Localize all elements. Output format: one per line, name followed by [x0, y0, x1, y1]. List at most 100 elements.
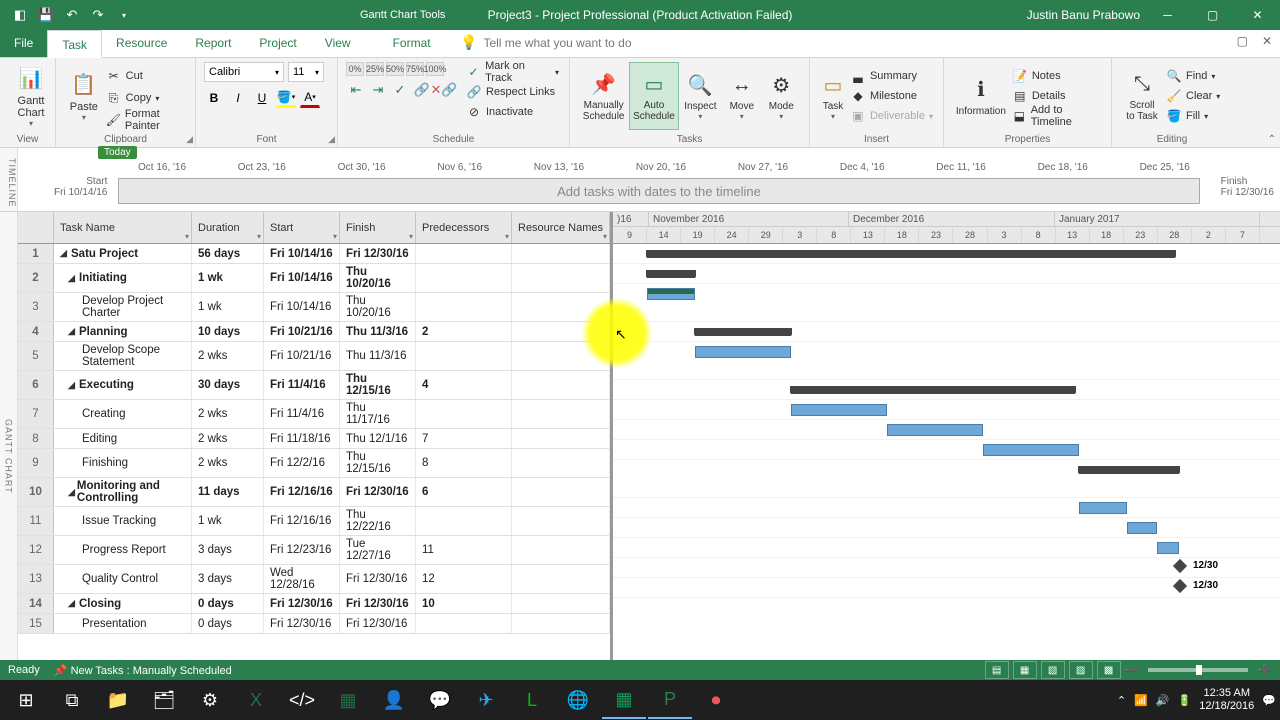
- col-header-predecessors[interactable]: Predecessors▾: [416, 212, 512, 243]
- code-app[interactable]: </>: [280, 681, 324, 719]
- table-row[interactable]: 7Creating2 wksFri 11/4/16Thu 11/17/16: [18, 400, 610, 429]
- inactivate-button[interactable]: ⊘Inactivate: [464, 102, 561, 122]
- view-gantt-button[interactable]: ▤: [985, 661, 1009, 679]
- gantt-chart-button[interactable]: 📊 Gantt Chart: [8, 62, 54, 130]
- predecessors-cell[interactable]: 8: [416, 449, 512, 477]
- font-size-select[interactable]: 11▾: [288, 62, 324, 82]
- resource-names-cell[interactable]: [512, 371, 610, 399]
- predecessors-cell[interactable]: 10: [416, 594, 512, 613]
- undo-button[interactable]: ↶: [60, 3, 84, 27]
- redo-button[interactable]: ↷: [86, 3, 110, 27]
- chart-row[interactable]: [613, 440, 1280, 460]
- collapse-icon[interactable]: ◢: [68, 273, 77, 284]
- start-cell[interactable]: Fri 12/30/16: [264, 614, 340, 633]
- start-cell[interactable]: Fri 11/18/16: [264, 429, 340, 448]
- start-button[interactable]: ⊞: [4, 681, 48, 719]
- chrome-app[interactable]: 🌐: [556, 681, 600, 719]
- zoom-in-button[interactable]: ➕: [1258, 664, 1272, 677]
- table-row[interactable]: 13Quality Control3 daysWed 12/28/16Fri 1…: [18, 565, 610, 594]
- row-id-cell[interactable]: 14: [18, 594, 54, 613]
- chart-row[interactable]: [613, 322, 1280, 342]
- telegram-app[interactable]: ✈: [464, 681, 508, 719]
- chart-row[interactable]: [613, 538, 1280, 558]
- start-cell[interactable]: Wed 12/28/16: [264, 565, 340, 593]
- finish-cell[interactable]: Thu 10/20/16: [340, 293, 416, 321]
- start-cell[interactable]: Fri 10/21/16: [264, 322, 340, 341]
- row-id-cell[interactable]: 1: [18, 244, 54, 263]
- predecessors-cell[interactable]: [416, 342, 512, 370]
- fill-button[interactable]: 🪣Fill ▾: [1164, 106, 1222, 126]
- milestone-button[interactable]: ◆Milestone: [848, 86, 935, 106]
- duration-cell[interactable]: 1 wk: [192, 507, 264, 535]
- format-painter-button[interactable]: 🖌Format Painter: [104, 110, 187, 130]
- font-color-button[interactable]: A▾: [300, 88, 320, 108]
- start-cell[interactable]: Fri 11/4/16: [264, 371, 340, 399]
- link-tasks-button[interactable]: 🔗: [412, 80, 432, 100]
- col-header-resource-names[interactable]: Resource Names▾: [512, 212, 610, 243]
- underline-button[interactable]: U: [252, 88, 272, 108]
- task-name-cell[interactable]: Issue Tracking: [54, 507, 192, 535]
- volume-icon[interactable]: 🔊: [1156, 694, 1170, 707]
- duration-cell[interactable]: 1 wk: [192, 264, 264, 292]
- row-id-cell[interactable]: 10: [18, 478, 54, 506]
- network-icon[interactable]: 📶: [1134, 694, 1148, 707]
- move-button[interactable]: ↔ Move: [722, 62, 761, 130]
- insert-task-button[interactable]: ▭ Task: [818, 62, 848, 130]
- tab-task[interactable]: Task: [47, 30, 102, 58]
- line-app[interactable]: L: [510, 681, 554, 719]
- view-report-button[interactable]: ▩: [1097, 661, 1121, 679]
- row-id-cell[interactable]: 13: [18, 565, 54, 593]
- chart-row[interactable]: [613, 460, 1280, 498]
- resource-names-cell[interactable]: [512, 264, 610, 292]
- tab-project[interactable]: Project: [245, 29, 310, 57]
- highlight-color-button[interactable]: 🪣▾: [276, 88, 296, 108]
- summary-bar[interactable]: [791, 386, 1075, 394]
- row-id-cell[interactable]: 2: [18, 264, 54, 292]
- table-row[interactable]: 6◢Executing30 daysFri 11/4/16Thu 12/15/1…: [18, 371, 610, 400]
- start-cell[interactable]: Fri 10/14/16: [264, 244, 340, 263]
- table-row[interactable]: 14◢Closing0 daysFri 12/30/16Fri 12/30/16…: [18, 594, 610, 614]
- collapse-ribbon-button[interactable]: ⌃: [1268, 134, 1276, 145]
- finish-cell[interactable]: Thu 11/3/16: [340, 342, 416, 370]
- table-row[interactable]: 3Develop Project Charter1 wkFri 10/14/16…: [18, 293, 610, 322]
- copy-button[interactable]: ⎘Copy ▾: [104, 88, 187, 108]
- tab-format[interactable]: Format: [379, 29, 445, 57]
- task-name-cell[interactable]: ◢Closing: [54, 594, 192, 613]
- information-button[interactable]: ℹ Information: [952, 62, 1010, 130]
- excel-app[interactable]: X: [234, 681, 278, 719]
- task-name-cell[interactable]: Develop Scope Statement: [54, 342, 192, 370]
- zoom-slider[interactable]: [1148, 668, 1248, 672]
- finish-cell[interactable]: Thu 12/15/16: [340, 449, 416, 477]
- finish-cell[interactable]: Fri 12/30/16: [340, 594, 416, 613]
- start-cell[interactable]: Fri 12/16/16: [264, 478, 340, 506]
- resource-names-cell[interactable]: [512, 614, 610, 633]
- resource-names-cell[interactable]: [512, 429, 610, 448]
- row-id-cell[interactable]: 6: [18, 371, 54, 399]
- task-name-cell[interactable]: ◢Executing: [54, 371, 192, 399]
- task-name-cell[interactable]: Presentation: [54, 614, 192, 633]
- project-menu-button[interactable]: ◧: [8, 3, 32, 27]
- collapse-icon[interactable]: ◢: [60, 248, 69, 259]
- task-bar[interactable]: [983, 444, 1079, 456]
- finish-cell[interactable]: Fri 12/30/16: [340, 244, 416, 263]
- resource-names-cell[interactable]: [512, 565, 610, 593]
- zoom-out-button[interactable]: ➖: [1125, 664, 1139, 677]
- chart-row[interactable]: [613, 244, 1280, 264]
- predecessors-cell[interactable]: 4: [416, 371, 512, 399]
- battery-icon[interactable]: 🔋: [1178, 694, 1192, 707]
- clear-button[interactable]: 🧹Clear ▾: [1164, 86, 1222, 106]
- start-cell[interactable]: Fri 12/16/16: [264, 507, 340, 535]
- chart-row[interactable]: [613, 518, 1280, 538]
- finish-cell[interactable]: Thu 12/15/16: [340, 371, 416, 399]
- percent-0-button[interactable]: 0%: [346, 62, 364, 76]
- task-name-cell[interactable]: Creating: [54, 400, 192, 428]
- tab-file[interactable]: File: [0, 29, 47, 57]
- row-id-cell[interactable]: 8: [18, 429, 54, 448]
- col-header-duration[interactable]: Duration▾: [192, 212, 264, 243]
- save-button[interactable]: 💾: [34, 3, 58, 27]
- view-team-planner-button[interactable]: ▧: [1041, 661, 1065, 679]
- minimize-button[interactable]: ─: [1145, 0, 1190, 30]
- duration-cell[interactable]: 2 wks: [192, 449, 264, 477]
- task-name-cell[interactable]: Quality Control: [54, 565, 192, 593]
- collapse-icon[interactable]: ◢: [68, 487, 75, 498]
